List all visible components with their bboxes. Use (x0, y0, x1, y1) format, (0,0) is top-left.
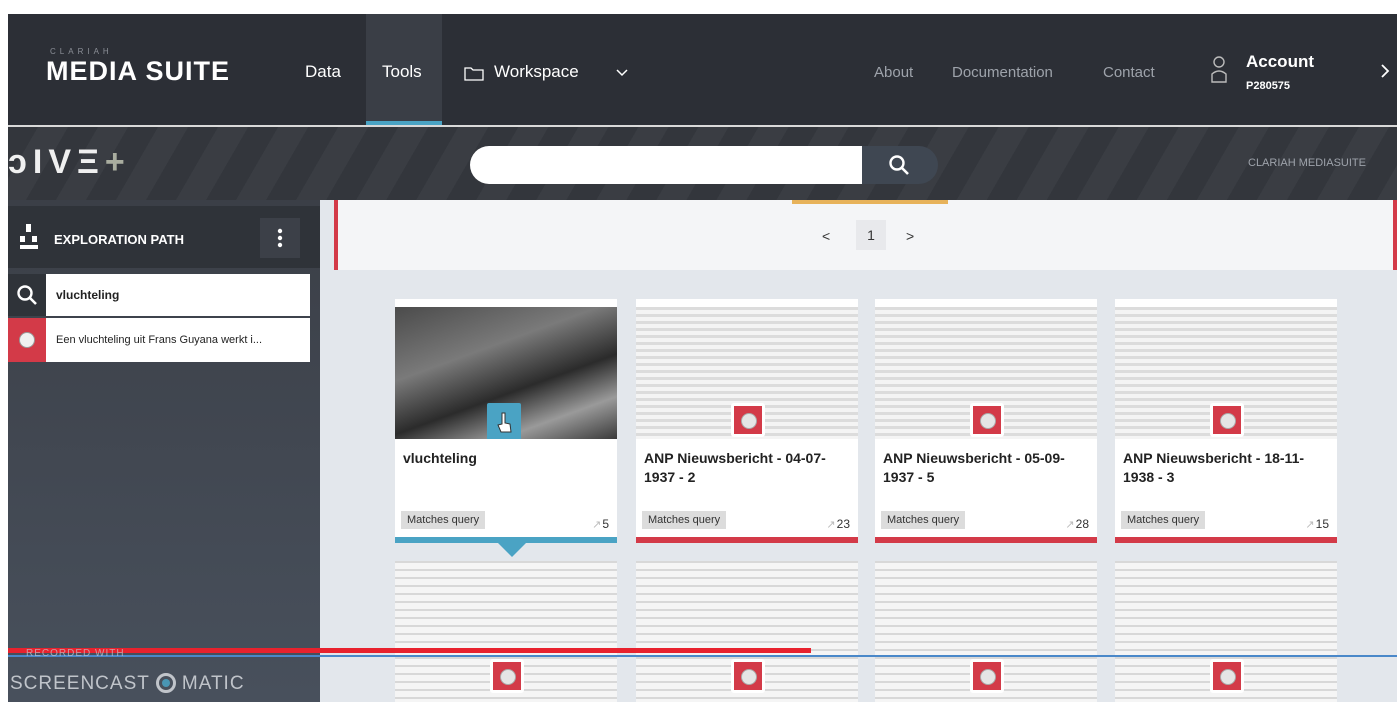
link-count-value: 23 (836, 517, 850, 531)
result-card[interactable] (1115, 561, 1337, 702)
nav-about[interactable]: About (874, 64, 913, 81)
folder-icon (464, 67, 484, 81)
results-panel: < 1 > vluchteling Matches query ↗5 ANP N… (320, 200, 1397, 702)
match-tag: Matches query (881, 511, 966, 529)
result-card[interactable]: ANP Nieuwsbericht - 05-09-1937 - 5 Match… (875, 299, 1097, 543)
media-type-badge[interactable] (490, 659, 524, 693)
result-title: ANP Nieuwsbericht - 18-11-1938 - 3 (1123, 450, 1305, 485)
app-window: CLARIAH MEDIA SUITE Data Tools Workspace… (0, 0, 1397, 702)
result-title: vluchteling (403, 450, 477, 466)
result-card[interactable] (395, 561, 617, 702)
media-type-badge[interactable] (731, 659, 765, 693)
record-icon (19, 332, 35, 348)
search-icon (17, 285, 37, 305)
match-tag: Matches query (401, 511, 486, 529)
pagination-current-page[interactable]: 1 (856, 220, 886, 250)
selected-indicator (498, 543, 526, 557)
query-icon-box (8, 274, 46, 316)
top-navigation: CLARIAH MEDIA SUITE Data Tools Workspace… (8, 14, 1397, 127)
link-icon: ↗ (826, 519, 836, 531)
exploration-path-header: EXPLORATION PATH (8, 206, 320, 268)
result-title: ANP Nieuwsbericht - 05-09-1937 - 5 (883, 450, 1065, 485)
media-type-badge[interactable] (970, 659, 1004, 693)
result-card[interactable]: vluchteling Matches query ↗5 (395, 299, 617, 543)
exploration-query-label: vluchteling (56, 288, 120, 302)
dive-logo-plus: + (104, 143, 131, 181)
exploration-sidebar: EXPLORATION PATH vluchteling Een vluchte… (8, 200, 320, 702)
nav-contact[interactable]: Contact (1103, 64, 1155, 81)
chevron-down-icon[interactable] (616, 69, 628, 77)
exploration-record-item[interactable]: Een vluchteling uit Frans Guyana werkt i… (8, 318, 310, 362)
recording-timeline (8, 655, 1397, 657)
result-card[interactable]: ANP Nieuwsbericht - 18-11-1938 - 3 Match… (1115, 299, 1337, 543)
watermark-left: SCREENCAST (10, 673, 150, 694)
link-count: ↗28 (1065, 517, 1089, 531)
link-icon: ↗ (1305, 519, 1315, 531)
watermark-right: MATIC (181, 673, 245, 694)
screencast-watermark: SCREENCAST MATIC (10, 673, 245, 695)
hand-cursor-icon (497, 412, 512, 433)
card-accent-bar (636, 537, 858, 543)
link-icon: ↗ (1065, 519, 1075, 531)
card-accent-bar (1115, 537, 1337, 543)
brand-logo[interactable]: MEDIA SUITE (46, 56, 230, 87)
media-type-badge[interactable] (970, 403, 1004, 437)
dive-logo[interactable]: ↄIVΞ+ (8, 143, 131, 182)
media-type-badge[interactable] (1210, 403, 1244, 437)
clariah-brand-link[interactable]: CLARIAH MEDIASUITE (1248, 157, 1366, 169)
result-card[interactable] (636, 561, 858, 702)
media-type-badge[interactable] (731, 403, 765, 437)
pagination-prev[interactable]: < (822, 228, 830, 244)
link-icon: ↗ (592, 519, 602, 531)
exploration-path-icon (20, 224, 38, 249)
record-icon-box (8, 318, 46, 362)
dive-logo-text: ↄIVΞ (8, 143, 105, 181)
media-type-badge[interactable] (1210, 659, 1244, 693)
media-type-badge[interactable] (487, 403, 521, 439)
nav-data[interactable]: Data (305, 62, 341, 82)
pagination-accent (792, 200, 948, 204)
exploration-menu-button[interactable] (260, 218, 300, 258)
chevron-right-icon[interactable] (1380, 64, 1390, 78)
match-tag: Matches query (1121, 511, 1206, 529)
brand-subtitle: CLARIAH (50, 47, 113, 56)
link-count-value: 15 (1315, 517, 1329, 531)
result-title: ANP Nieuwsbericht - 04-07-1937 - 2 (644, 450, 826, 485)
link-count-value: 5 (602, 517, 609, 531)
link-count: ↗23 (826, 517, 850, 531)
result-thumbnail (875, 307, 1097, 439)
result-thumbnail (636, 307, 858, 439)
user-icon[interactable] (1210, 54, 1228, 84)
dive-toolbar: ↄIVΞ+ CLARIAH MEDIASUITE (8, 127, 1397, 200)
card-accent-bar (875, 537, 1097, 543)
account-id: P280575 (1246, 80, 1291, 92)
result-thumbnail (395, 307, 617, 439)
nav-documentation[interactable]: Documentation (952, 64, 1053, 81)
result-thumbnail (1115, 307, 1337, 439)
nav-workspace[interactable]: Workspace (494, 62, 579, 82)
exploration-record-label: Een vluchteling uit Frans Guyana werkt i… (56, 334, 263, 346)
screencast-logo-icon (155, 673, 176, 693)
nav-tools[interactable]: Tools (382, 62, 422, 82)
search-icon (889, 155, 909, 175)
exploration-query-item[interactable]: vluchteling (8, 274, 310, 316)
search-input[interactable] (470, 146, 862, 184)
recording-progress-bar (8, 648, 811, 653)
account-label[interactable]: Account (1246, 52, 1314, 72)
result-card[interactable]: ANP Nieuwsbericht - 04-07-1937 - 2 Match… (636, 299, 858, 543)
result-card[interactable] (875, 561, 1097, 702)
exploration-path-title: EXPLORATION PATH (54, 232, 184, 247)
pagination-next[interactable]: > (906, 228, 914, 244)
pagination-bar: < 1 > (334, 200, 1397, 270)
link-count: ↗5 (592, 517, 609, 531)
search-button[interactable] (862, 146, 938, 184)
match-tag: Matches query (642, 511, 727, 529)
link-count: ↗15 (1305, 517, 1329, 531)
link-count-value: 28 (1075, 517, 1089, 531)
watermark-caption: RECORDED WITH (26, 648, 125, 659)
more-vertical-icon (277, 228, 283, 248)
